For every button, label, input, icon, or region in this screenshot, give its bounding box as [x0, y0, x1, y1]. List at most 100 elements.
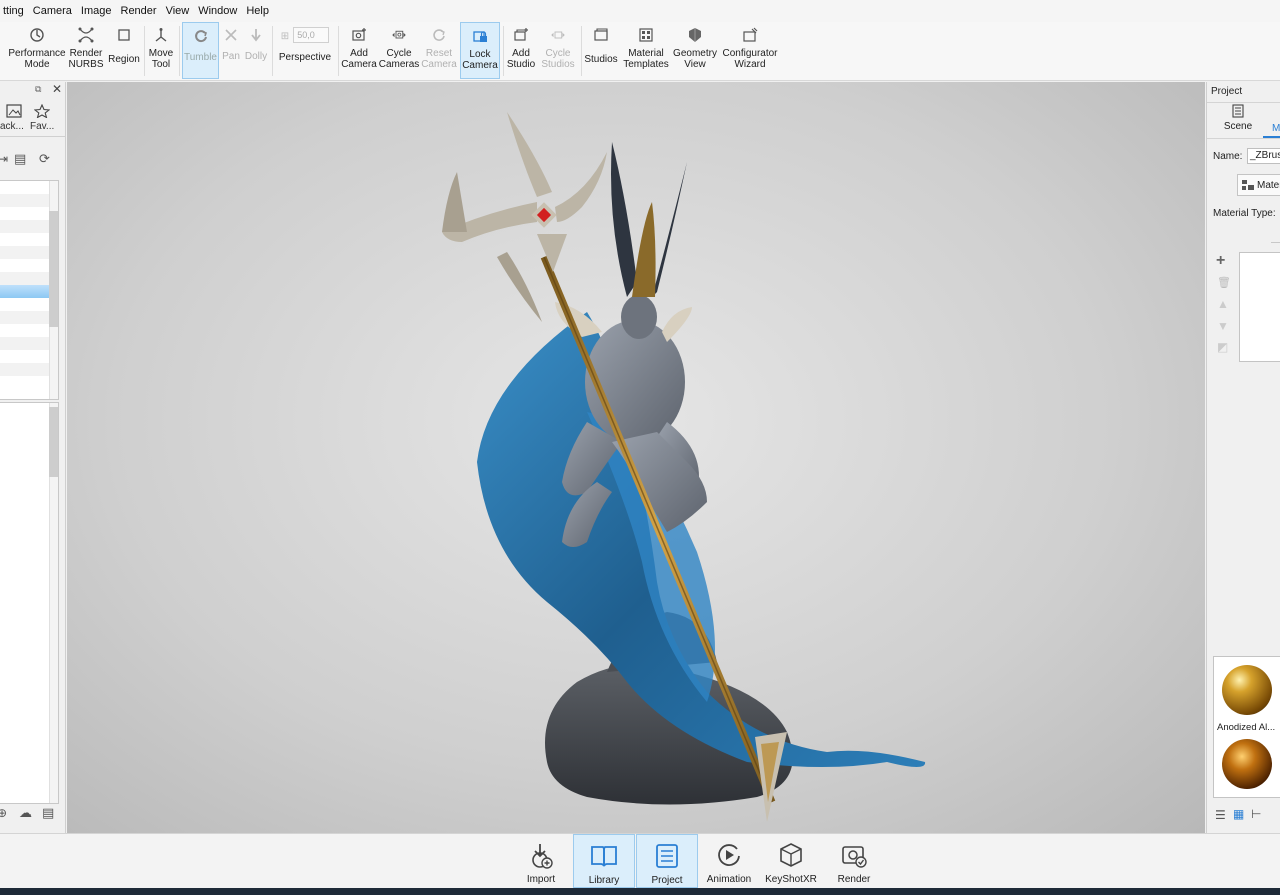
add-camera-icon	[350, 26, 368, 44]
library-button[interactable]: Library	[573, 834, 635, 888]
library-panel: ⧉ ✕ ack... Fav... ⇥ ▤ ⟳ ⊕ ☁ ▤	[0, 82, 66, 833]
material-swatch-anodized[interactable]	[1222, 665, 1272, 715]
move-tool-label: Move Tool	[148, 48, 174, 70]
lock-camera-icon	[471, 27, 489, 45]
import-button[interactable]: Import	[510, 834, 572, 888]
menu-camera[interactable]: Camera	[30, 0, 78, 22]
reset-camera-label: Reset Camera	[421, 48, 457, 70]
material-templates-button[interactable]: Material Templates	[621, 22, 671, 80]
tree-scrollbar[interactable]	[49, 181, 58, 399]
menu-render[interactable]: Render	[118, 0, 163, 22]
studios-icon	[592, 26, 610, 44]
cycle-cameras-button[interactable]: Cycle Cameras	[379, 22, 419, 80]
ribbon-toolbar: Performance Mode Render NURBS Region Mov…	[0, 22, 1280, 81]
name-label: Name:	[1213, 151, 1243, 162]
add-camera-button[interactable]: Add Camera	[340, 22, 378, 80]
refresh-icon[interactable]: ⟳	[39, 151, 50, 167]
animation-button[interactable]: Animation	[698, 834, 760, 888]
cycle-studios-label: Cycle Studios	[541, 48, 575, 70]
region-button[interactable]: Region	[106, 22, 142, 80]
keyshotxr-label: KeyShotXR	[765, 874, 817, 885]
book-icon	[589, 841, 619, 871]
add-studio-button[interactable]: Add Studio	[505, 22, 537, 80]
tumble-icon	[192, 27, 210, 45]
move-up-icon[interactable]: ▲	[1217, 297, 1229, 311]
material-name-input[interactable]: _ZBrush	[1247, 148, 1280, 164]
add-camera-label: Add Camera	[341, 48, 377, 70]
menu-bar: tting Camera Image Render View Window He…	[0, 0, 1280, 22]
cloud-upload-icon[interactable]: ☁	[19, 805, 32, 821]
reset-camera-button[interactable]: Reset Camera	[420, 22, 458, 80]
asset-grid[interactable]	[0, 402, 59, 804]
menu-help[interactable]: Help	[243, 0, 275, 22]
material-graph-icon	[1242, 180, 1254, 190]
performance-icon	[28, 26, 46, 44]
animation-label: Animation	[706, 874, 752, 885]
delete-icon[interactable]: 🗑	[1217, 276, 1231, 289]
bottom-toolbar: Import Library Project Animation KeyShot…	[0, 833, 1280, 888]
import-icon	[526, 840, 556, 870]
texture-layer-list[interactable]	[1239, 252, 1280, 362]
keyshotxr-button[interactable]: KeyShotXR	[760, 834, 822, 888]
studios-label: Studios	[584, 54, 618, 65]
add-asset-icon[interactable]: ⊕	[0, 806, 7, 820]
folder-icon[interactable]: ▤	[14, 151, 26, 167]
add-folder-icon[interactable]: ⇥	[0, 152, 8, 166]
render-viewport[interactable]	[67, 82, 1205, 833]
tumble-label: Tumble	[184, 52, 217, 63]
star-icon	[34, 104, 51, 118]
configurator-wizard-button[interactable]: Configurator Wizard	[719, 22, 781, 80]
lock-camera-button[interactable]: Lock Camera	[460, 22, 500, 79]
tab-material[interactable]: M	[1272, 123, 1280, 134]
performance-mode-button[interactable]: Performance Mode	[6, 22, 68, 80]
render-button[interactable]: Render	[823, 834, 885, 888]
cube-icon	[776, 840, 806, 870]
perspective-control[interactable]: ⊞ 50,0 Perspective	[276, 22, 334, 80]
folder-tree-list[interactable]	[0, 180, 59, 400]
import-label: Import	[526, 874, 556, 885]
panel-float-icon[interactable]: ⧉	[35, 84, 41, 95]
dolly-button[interactable]: Dolly	[243, 22, 269, 80]
add-icon[interactable]: +	[1216, 252, 1225, 270]
geometry-view-button[interactable]: Geometry View	[672, 22, 718, 80]
nurbs-icon	[77, 26, 95, 44]
tree-view-icon[interactable]: ⊢	[1251, 807, 1261, 821]
move-down-icon[interactable]: ▼	[1217, 319, 1229, 333]
tumble-button[interactable]: Tumble	[182, 22, 219, 79]
fov-input[interactable]: 50,0	[293, 27, 330, 43]
tab-backplates-label: ack...	[0, 121, 24, 132]
move-tool-button[interactable]: Move Tool	[146, 22, 176, 80]
animation-icon	[714, 840, 744, 870]
menu-view[interactable]: View	[163, 0, 196, 22]
material-templates-label: Material Templates	[623, 48, 669, 70]
project-button[interactable]: Project	[636, 834, 698, 888]
studios-button[interactable]: Studios	[583, 22, 619, 80]
grid-view-icon[interactable]: ▦	[1233, 807, 1244, 821]
add-studio-icon	[512, 26, 530, 44]
material-graph-button[interactable]: Mater	[1237, 174, 1280, 196]
menu-lighting[interactable]: tting	[0, 0, 30, 22]
panel-close-icon[interactable]: ✕	[52, 82, 62, 96]
pan-button[interactable]: Pan	[220, 22, 242, 80]
cycle-studios-button[interactable]: Cycle Studios	[538, 22, 578, 80]
tab-favorites[interactable]: Fav...	[30, 104, 54, 132]
region-icon	[115, 26, 133, 44]
menu-window[interactable]: Window	[195, 0, 243, 22]
menu-image[interactable]: Image	[78, 0, 118, 22]
list-view-icon[interactable]: ☰	[1215, 808, 1226, 822]
material-swatch-panel: Anodized Al...	[1213, 656, 1280, 798]
edit-layer-icon[interactable]: ◩	[1217, 340, 1228, 354]
tab-scene[interactable]: Scene	[1217, 104, 1259, 132]
cycle-studios-icon	[549, 26, 567, 44]
lock-camera-label: Lock Camera	[462, 49, 498, 71]
asset-scrollbar[interactable]	[49, 403, 58, 803]
project-panel: Project Scene M Name: _ZBrush Mater Mate…	[1206, 82, 1280, 833]
material-swatch-2[interactable]	[1222, 739, 1272, 789]
tab-backplates[interactable]: ack...	[0, 104, 24, 132]
backplate-icon	[6, 104, 22, 118]
import-folder-icon[interactable]: ▤	[42, 805, 54, 821]
render-nurbs-button[interactable]: Render NURBS	[68, 22, 104, 80]
cycle-cameras-label: Cycle Cameras	[378, 48, 420, 70]
move-tool-icon	[152, 26, 170, 44]
render-nurbs-label: Render NURBS	[68, 48, 104, 70]
